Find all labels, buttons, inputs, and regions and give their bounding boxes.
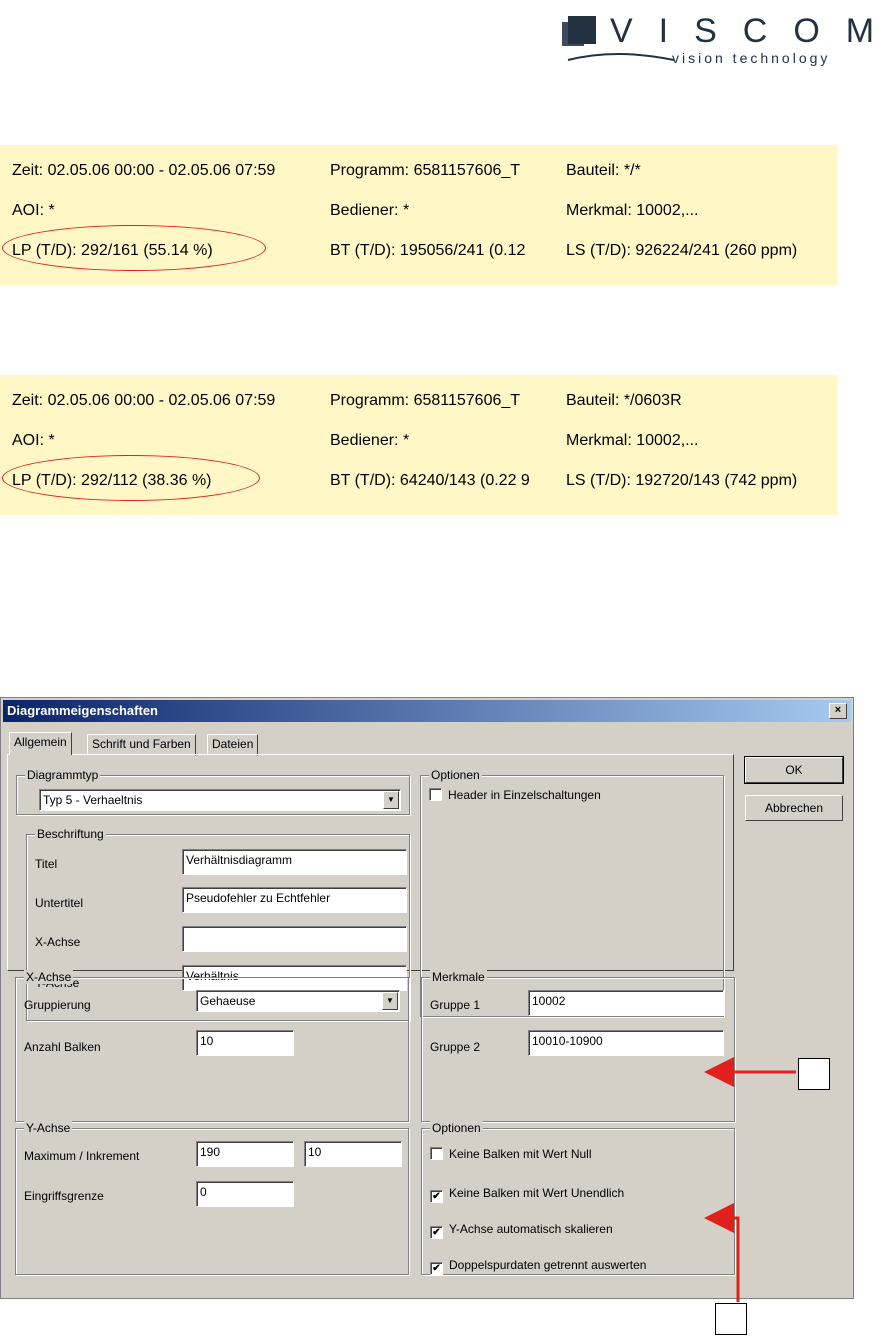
annotation-overlay [704,1057,796,1302]
callout-box-2 [715,1303,747,1335]
arrow-optionen [704,1203,740,1302]
callout-box-1 [798,1058,830,1090]
tab-allgemein[interactable]: Allgemein [9,732,72,755]
